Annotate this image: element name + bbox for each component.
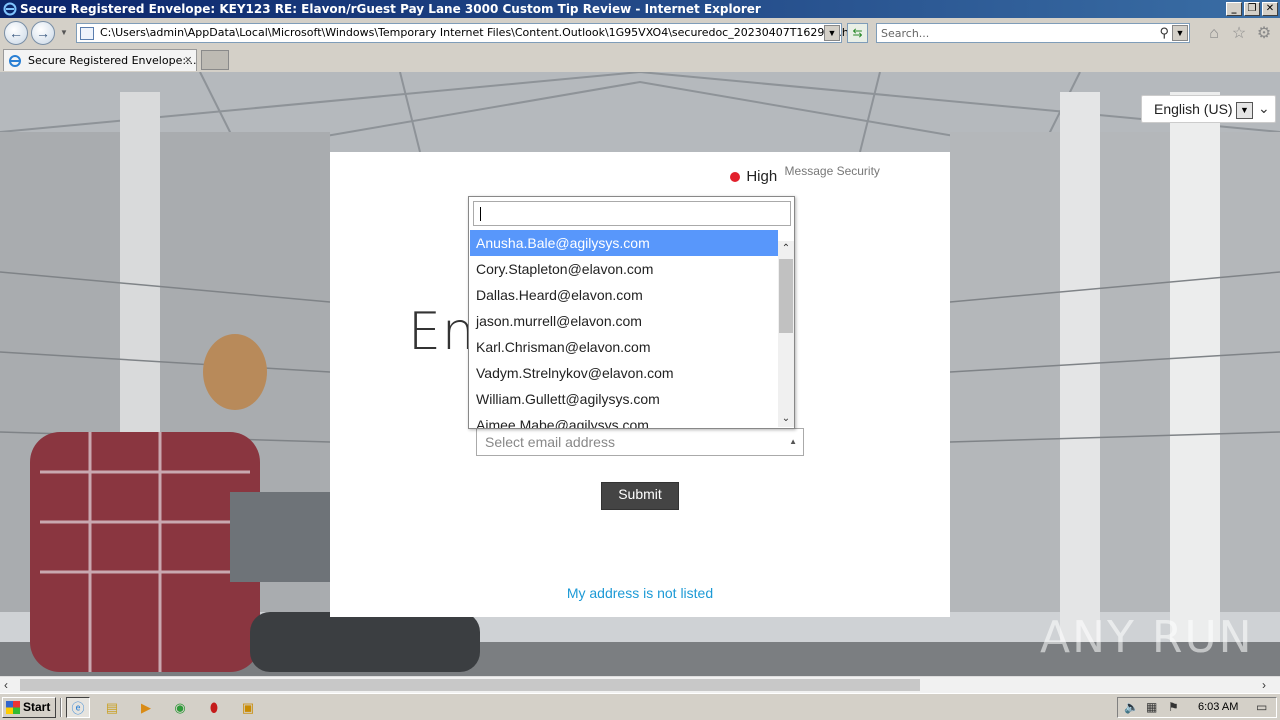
minimize-button[interactable]: _ xyxy=(1226,2,1242,16)
horizontal-scroll-thumb[interactable] xyxy=(20,679,920,691)
email-option[interactable]: Anusha.Bale@agilysys.com xyxy=(470,230,778,256)
scrollbar-thumb[interactable] xyxy=(779,259,793,333)
address-url[interactable]: C:\Users\admin\AppData\Local\Microsoft\W… xyxy=(100,26,867,39)
language-dropdown-icon[interactable]: ▼ xyxy=(1236,102,1253,119)
tab-bar: Secure Registered Envelope:... × xyxy=(0,48,1280,72)
horizontal-scrollbar[interactable]: ‹ › xyxy=(0,676,1280,693)
search-dropdown-icon[interactable]: ▼ xyxy=(1172,25,1188,41)
search-placeholder[interactable]: Search... xyxy=(881,27,929,40)
dropdown-scrollbar[interactable]: ⌃ ⌄ xyxy=(778,241,794,427)
select-arrow-icon[interactable]: ▲ xyxy=(789,437,797,446)
scroll-up-icon[interactable]: ⌃ xyxy=(778,241,794,257)
scroll-down-icon[interactable]: ⌄ xyxy=(778,411,794,427)
anyrun-watermark: ANY RUN xyxy=(1040,612,1254,663)
back-button[interactable]: ← xyxy=(4,21,28,45)
navigation-bar: ← → ▼ C:\Users\admin\AppData\Local\Micro… xyxy=(0,18,1280,48)
chevron-down-icon[interactable]: ⌄ xyxy=(1258,100,1270,117)
outlook-icon[interactable]: ▣ xyxy=(236,697,260,718)
system-tray: 🔈 ▦ ⚑ 6:03 AM ▭ xyxy=(1117,697,1277,718)
flag-icon[interactable]: ⚑ xyxy=(1168,700,1179,714)
security-label: Message Security xyxy=(784,164,880,178)
email-select-placeholder[interactable]: Select email address xyxy=(485,434,615,450)
tab-close-icon[interactable]: × xyxy=(184,52,192,67)
settings-gear-icon[interactable]: ⚙ xyxy=(1254,24,1274,44)
show-desktop-icon[interactable]: ▭ xyxy=(1256,700,1267,714)
message-security: High Message Security xyxy=(730,164,880,185)
forward-button[interactable]: → xyxy=(31,21,55,45)
email-option[interactable]: Aimee.Mabe@agilysys.com xyxy=(470,412,778,428)
submit-button[interactable]: Submit xyxy=(601,482,679,510)
email-address-select[interactable]: Select email address ▲ xyxy=(476,428,804,456)
chrome-icon[interactable]: ◉ xyxy=(168,697,192,718)
media-player-icon[interactable]: ▶ xyxy=(134,697,158,718)
text-cursor xyxy=(480,207,481,221)
search-box[interactable]: Search... ⚲ ▼ xyxy=(876,23,1190,43)
taskbar: Start ⓔ ▤ ▶ ◉ ⬮ ▣ 🔈 ▦ ⚑ 6:03 AM ▭ xyxy=(0,693,1280,720)
email-option[interactable]: Karl.Chrisman@elavon.com xyxy=(470,334,778,360)
email-option[interactable]: jason.murrell@elavon.com xyxy=(470,308,778,334)
security-level: High xyxy=(746,168,778,185)
email-dropdown: Anusha.Bale@agilysys.com Cory.Stapleton@… xyxy=(468,196,795,429)
search-icon[interactable]: ⚲ xyxy=(1159,25,1169,41)
scroll-right-icon[interactable]: › xyxy=(1262,678,1266,692)
ie-tab-icon xyxy=(9,55,21,67)
start-button[interactable]: Start xyxy=(2,697,56,718)
email-option[interactable]: Dallas.Heard@elavon.com xyxy=(470,282,778,308)
volume-icon[interactable]: 🔈 xyxy=(1124,700,1139,714)
email-options-list: Anusha.Bale@agilysys.com Cory.Stapleton@… xyxy=(470,230,778,428)
taskbar-separator xyxy=(60,698,62,717)
address-dropdown-icon[interactable]: ▼ xyxy=(824,25,840,41)
explorer-folder-icon[interactable]: ▤ xyxy=(100,697,124,718)
ie-taskbar-icon[interactable]: ⓔ xyxy=(66,697,90,718)
tab-label: Secure Registered Envelope:... xyxy=(28,54,197,67)
tab-secure-envelope[interactable]: Secure Registered Envelope:... × xyxy=(3,49,197,71)
internet-explorer-icon xyxy=(3,2,17,16)
scroll-left-icon[interactable]: ‹ xyxy=(4,678,8,692)
window-title-bar: Secure Registered Envelope: KEY123 RE: E… xyxy=(0,0,1280,18)
language-value[interactable]: English (US) xyxy=(1154,101,1233,117)
close-window-button[interactable]: ✕ xyxy=(1262,2,1278,16)
page-content: English (US) ▼ ⌄ High Message Security l… xyxy=(0,72,1280,676)
windows-logo-icon xyxy=(6,701,20,714)
new-tab-button[interactable] xyxy=(201,50,229,70)
address-bar[interactable]: C:\Users\admin\AppData\Local\Microsoft\W… xyxy=(76,23,867,43)
page-icon xyxy=(80,27,94,40)
refresh-button[interactable]: ⇆ xyxy=(847,23,868,43)
language-select[interactable]: English (US) ▼ ⌄ xyxy=(1141,95,1276,123)
start-label: Start xyxy=(23,700,51,714)
security-level-dot xyxy=(730,171,740,182)
address-not-listed-link[interactable]: My address is not listed xyxy=(330,585,950,601)
dropdown-search-input[interactable] xyxy=(473,201,791,226)
window-title: Secure Registered Envelope: KEY123 RE: E… xyxy=(20,2,761,16)
home-icon[interactable]: ⌂ xyxy=(1204,24,1224,44)
email-option[interactable]: Vadym.Strelnykov@elavon.com xyxy=(470,360,778,386)
email-option[interactable]: Cory.Stapleton@elavon.com xyxy=(470,256,778,282)
history-dropdown-icon[interactable]: ▼ xyxy=(60,28,68,37)
network-icon[interactable]: ▦ xyxy=(1146,700,1157,714)
maximize-button[interactable]: ❐ xyxy=(1244,2,1260,16)
email-option[interactable]: William.Gullett@agilysys.com xyxy=(470,386,778,412)
opera-icon[interactable]: ⬮ xyxy=(202,697,226,718)
favorites-star-icon[interactable]: ☆ xyxy=(1229,24,1249,44)
clock: 6:03 AM xyxy=(1198,701,1239,713)
